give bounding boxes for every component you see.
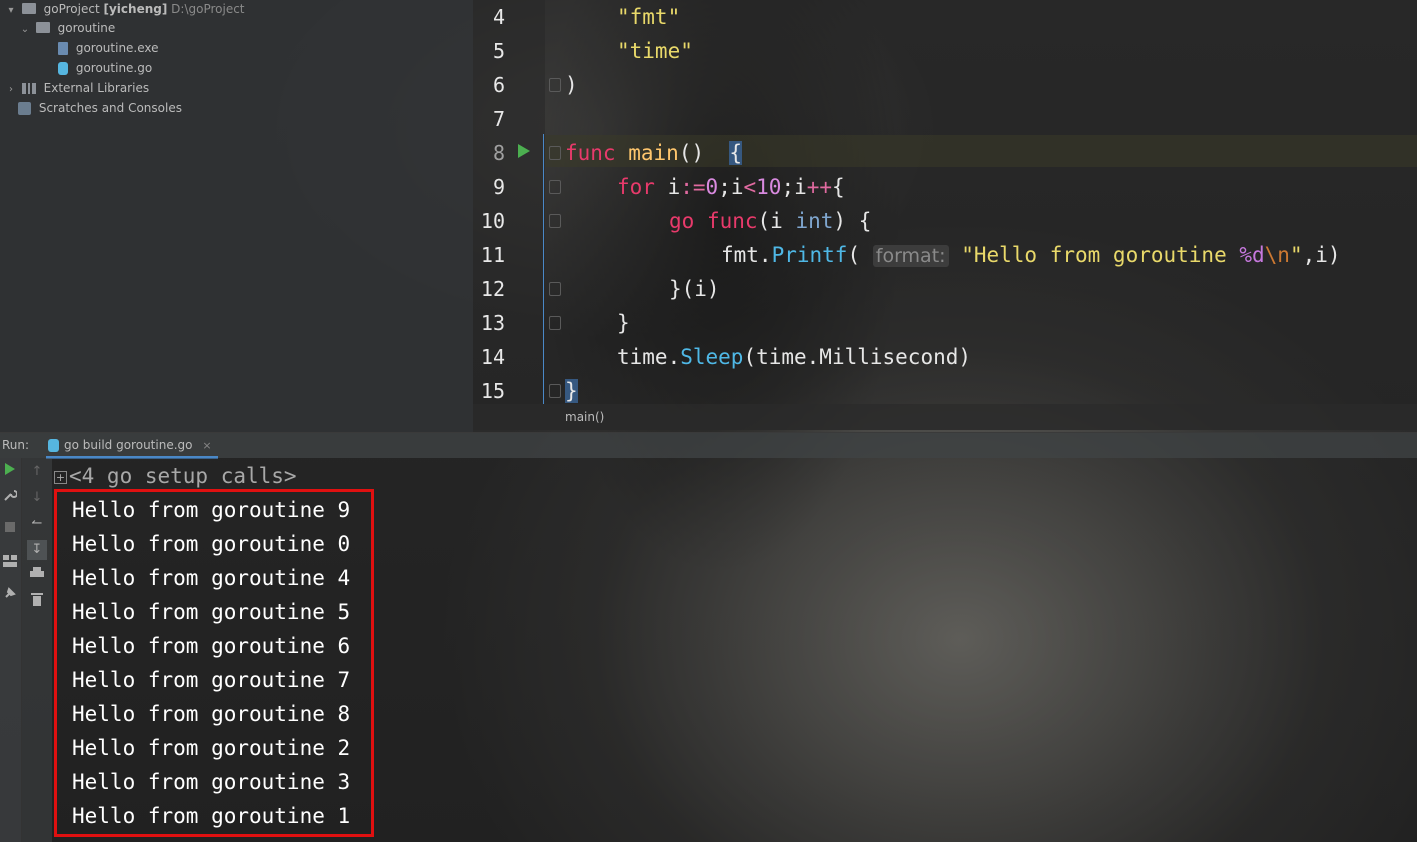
line-number: 15 xyxy=(480,379,505,403)
file-label: goroutine.go xyxy=(75,61,153,75)
pin-icon[interactable] xyxy=(0,586,20,606)
run-toolbar-right: ↑ ↓ ↼ ↧ xyxy=(22,458,52,842)
down-arrow-icon[interactable]: ↓ xyxy=(27,488,47,508)
layout-icon[interactable] xyxy=(0,554,20,574)
file-icon xyxy=(58,42,68,55)
console-line: Hello from goroutine 9 xyxy=(72,498,351,522)
fold-marker-icon[interactable] xyxy=(549,214,561,228)
console-line: Hello from goroutine 1 xyxy=(72,804,351,828)
code-line-6: ) xyxy=(565,73,578,97)
setup-calls-label: <4 go setup calls> xyxy=(69,464,297,488)
output-highlight-box: Hello from goroutine 9 Hello from gorout… xyxy=(54,489,374,837)
file-label: goroutine.exe xyxy=(75,41,159,55)
line-number: 7 xyxy=(492,107,505,131)
code-line-10: go func(i int) { xyxy=(669,209,872,233)
go-file-icon xyxy=(58,62,68,75)
folder-label: goroutine xyxy=(57,21,116,35)
expand-icon[interactable]: + xyxy=(54,470,67,484)
code-line-13: } xyxy=(617,311,630,335)
library-icon xyxy=(21,83,36,94)
line-number: 11 xyxy=(480,243,505,267)
code-line-9: for i:=0;i<10;i++{ xyxy=(617,175,845,199)
folder-icon xyxy=(35,22,50,33)
fold-marker-icon[interactable] xyxy=(549,180,561,194)
print-icon[interactable] xyxy=(27,566,47,586)
code-line-8: func main() { xyxy=(565,141,743,165)
console-line: Hello from goroutine 7 xyxy=(72,668,351,692)
line-number: 13 xyxy=(480,311,505,335)
gutter-separator xyxy=(543,134,544,404)
soft-wrap-icon[interactable]: ↼ xyxy=(27,514,47,534)
line-number: 12 xyxy=(480,277,505,301)
console-line: Hello from goroutine 5 xyxy=(72,600,351,624)
tree-folder-goroutine[interactable]: ⌄ goroutine xyxy=(18,19,115,39)
code-line-14: time.Sleep(time.Millisecond) xyxy=(617,345,972,369)
line-number: 5 xyxy=(492,39,505,63)
tree-root[interactable]: ▾ goProject [yicheng] D:\goProject xyxy=(4,0,245,20)
line-number: 8 xyxy=(492,141,505,165)
run-tool-window-header: Run: go build goroutine.go × xyxy=(0,432,1417,459)
up-arrow-icon[interactable]: ↑ xyxy=(27,462,47,482)
console-output[interactable]: + <4 go setup calls> Hello from goroutine… xyxy=(52,458,1417,842)
breadcrumb-item[interactable]: main() xyxy=(565,410,604,424)
parameter-hint: format: xyxy=(872,245,949,267)
chevron-down-icon[interactable]: ⌄ xyxy=(18,21,32,39)
wrench-icon[interactable] xyxy=(0,488,20,508)
scratch-icon xyxy=(18,102,31,115)
root-user: [yicheng] xyxy=(103,2,168,16)
project-panel: ▾ goProject [yicheng] D:\goProject ⌄ gor… xyxy=(0,0,473,432)
code-line-15: } xyxy=(565,379,578,403)
tree-scratches[interactable]: Scratches and Consoles xyxy=(18,99,182,119)
line-number: 9 xyxy=(492,175,505,199)
go-file-icon xyxy=(48,439,59,452)
fold-marker-icon[interactable] xyxy=(549,384,561,398)
console-line: Hello from goroutine 6 xyxy=(72,634,351,658)
close-icon[interactable]: × xyxy=(202,439,211,452)
console-line: Hello from goroutine 0 xyxy=(72,532,351,556)
external-libraries-label: External Libraries xyxy=(43,81,150,95)
setup-calls-fold[interactable]: + <4 go setup calls> xyxy=(54,460,297,492)
line-number: 14 xyxy=(480,345,505,369)
console-line: Hello from goroutine 2 xyxy=(72,736,351,760)
tree-external-libraries[interactable]: › External Libraries xyxy=(4,79,149,99)
tab-go-build[interactable]: go build goroutine.go × xyxy=(46,433,218,459)
breadcrumb[interactable]: main() xyxy=(473,404,1417,430)
line-number: 6 xyxy=(492,73,505,97)
console-line: Hello from goroutine 4 xyxy=(72,566,351,590)
tree-file-exe[interactable]: goroutine.exe xyxy=(58,39,159,59)
run-icon[interactable] xyxy=(0,462,20,482)
folder-icon xyxy=(21,3,36,14)
fold-marker-icon[interactable] xyxy=(549,146,561,160)
code-editor[interactable]: 4 5 6 7 8 9 10 11 12 13 14 15 "fmt" "tim… xyxy=(473,0,1417,430)
scroll-to-end-icon[interactable]: ↧ xyxy=(27,540,47,560)
run-gutter-icon[interactable] xyxy=(517,143,531,159)
root-name: goProject xyxy=(43,2,100,16)
stop-icon[interactable] xyxy=(0,520,20,540)
trash-icon[interactable] xyxy=(27,592,47,612)
tree-file-go[interactable]: goroutine.go xyxy=(58,59,152,79)
chevron-down-icon[interactable]: ▾ xyxy=(4,2,18,20)
chevron-right-icon[interactable]: › xyxy=(4,81,18,99)
code-line-11: fmt.Printf( format: "Hello from goroutin… xyxy=(721,243,1341,267)
fold-marker-icon[interactable] xyxy=(549,78,561,92)
run-toolbar-left xyxy=(0,458,22,842)
console-line: Hello from goroutine 3 xyxy=(72,770,351,794)
console-line: Hello from goroutine 8 xyxy=(72,702,351,726)
scratches-label: Scratches and Consoles xyxy=(38,101,182,115)
tab-label: go build goroutine.go xyxy=(64,438,193,452)
code-line-4: "fmt" xyxy=(617,5,681,29)
fold-marker-icon[interactable] xyxy=(549,316,561,330)
line-number: 10 xyxy=(480,209,505,233)
run-label: Run: xyxy=(2,438,30,452)
code-line-12: }(i) xyxy=(669,277,720,301)
root-path: D:\goProject xyxy=(171,2,245,16)
fold-marker-icon[interactable] xyxy=(549,282,561,296)
line-number: 4 xyxy=(492,5,505,29)
code-line-5: "time" xyxy=(617,39,693,63)
